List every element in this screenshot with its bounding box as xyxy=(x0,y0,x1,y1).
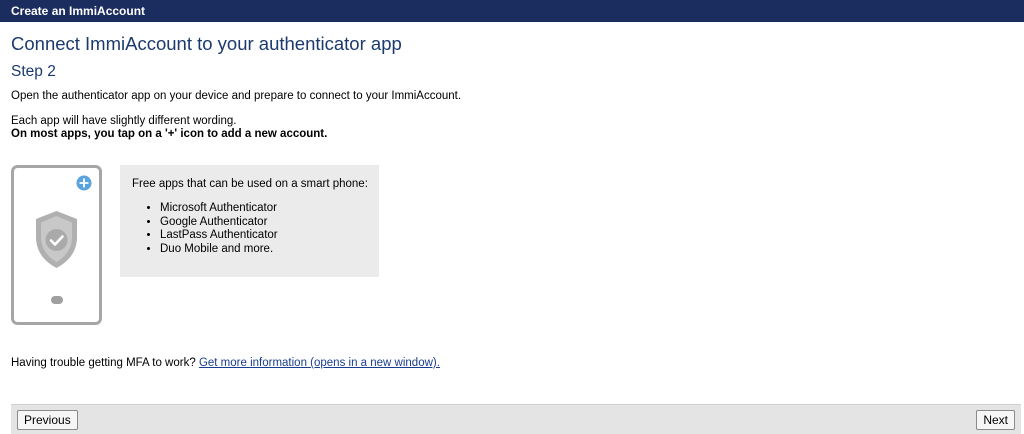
app-item-lastpass: LastPass Authenticator xyxy=(160,229,379,243)
app-item-duo: Duo Mobile and more. xyxy=(160,243,379,257)
more-info-link[interactable]: Get more information (opens in a new win… xyxy=(199,357,440,369)
apps-intro: Free apps that can be used on a smart ph… xyxy=(132,178,368,190)
instruction-text: Open the authenticator app on your devic… xyxy=(11,90,462,102)
page-title: Connect ImmiAccount to your authenticato… xyxy=(11,33,402,54)
wording-note: Each app will have slightly different wo… xyxy=(11,115,237,127)
help-text: Having trouble getting MFA to work? xyxy=(11,357,196,369)
page-header: Create an ImmiAccount xyxy=(0,0,1024,22)
header-title: Create an ImmiAccount xyxy=(11,4,146,18)
plus-icon-note: On most apps, you tap on a '+' icon to a… xyxy=(11,128,328,140)
plus-icon xyxy=(76,175,92,191)
help-line: Having trouble getting MFA to work? Get … xyxy=(11,357,440,369)
previous-button[interactable]: Previous xyxy=(17,410,78,430)
footer-bar: Previous Next xyxy=(11,404,1021,434)
next-button[interactable]: Next xyxy=(976,410,1015,430)
apps-list: Microsoft Authenticator Google Authentic… xyxy=(132,202,379,256)
app-item-microsoft: Microsoft Authenticator xyxy=(160,202,379,216)
app-item-google: Google Authenticator xyxy=(160,216,379,230)
phone-illustration xyxy=(11,165,102,325)
authenticator-apps-box: Free apps that can be used on a smart ph… xyxy=(120,165,379,277)
step-label: Step 2 xyxy=(11,63,56,80)
